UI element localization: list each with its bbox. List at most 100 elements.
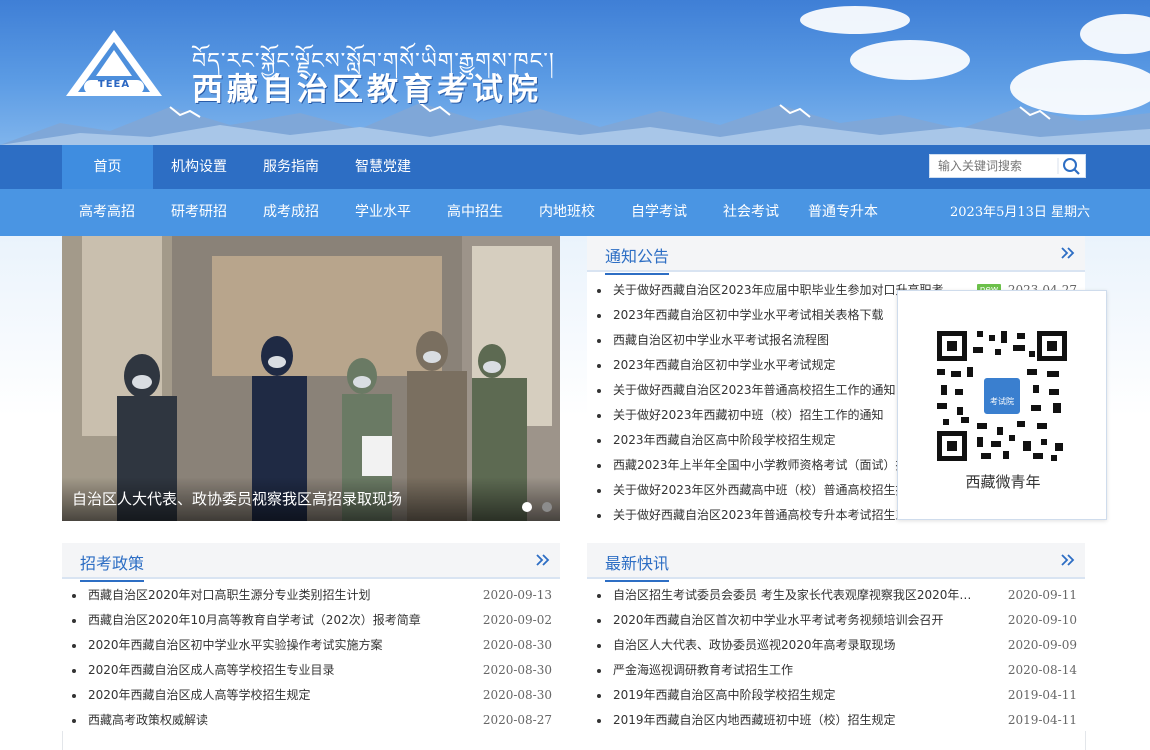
policy-panel-header: 招考政策 (62, 543, 560, 582)
qr-center-logo-text: 考试院 (990, 397, 1014, 406)
bullet (597, 644, 601, 648)
policy-panel-title[interactable]: 招考政策 (80, 550, 145, 582)
slider-dots (517, 497, 552, 512)
list-item: 2020年西藏自治区成人高等学校招生专业目录 2020-08-30 (62, 658, 560, 683)
list-item-title[interactable]: 2023年西藏自治区初中学业水平考试规定 (613, 353, 836, 378)
nav2-item-gaokao[interactable]: 高考高招 (79, 189, 135, 236)
bullet (597, 464, 601, 468)
list-item-date: 2020-09-02 (482, 613, 552, 627)
bullet (72, 594, 76, 598)
list-item-title[interactable]: 2020年西藏自治区初中学业水平实验操作考试实施方案 (88, 633, 383, 658)
slider-dot[interactable] (521, 502, 532, 512)
list-item: 自治区人大代表、政协委员巡视2020年高考录取现场 2020-09-09 (587, 633, 1085, 658)
divider (1085, 731, 1086, 750)
nav-item-party-building[interactable]: 智慧党建 (337, 145, 429, 189)
cloud (1080, 14, 1150, 54)
bullet (597, 314, 601, 318)
nav2-item-upgrade-exam[interactable]: 普通专升本 (808, 189, 878, 236)
news-panel: 最新快讯 自治区招生考试委员会委员 考生及家长代表观摩视察我区2020年高… 20… (587, 543, 1085, 733)
current-date: 2023年5月13日 星期六 (950, 205, 1091, 220)
list-item-title[interactable]: 2019年西藏自治区内地西藏班初中班（校）招生规定 (613, 708, 896, 733)
site-header: TEEA བོད་རང་སྐྱོང་ལྗོངས་སློབ་གསོ་ཡིག་རྒྱ… (0, 0, 1150, 145)
list-item-title[interactable]: 西藏自治区2020年10月高等教育自学考试（202次）报考简章 (88, 608, 421, 633)
slider-dot[interactable] (542, 502, 552, 512)
nav-item-organization[interactable]: 机构设置 (153, 145, 245, 189)
list-item: 2020年西藏自治区初中学业水平实验操作考试实施方案 2020-08-30 (62, 633, 560, 658)
bullet (597, 339, 601, 343)
bullet (597, 719, 601, 723)
search-input[interactable] (930, 155, 1058, 177)
bullet (597, 694, 601, 698)
list-item-title[interactable]: 2023年西藏自治区初中学业水平考试相关表格下载 (613, 303, 884, 328)
more-arrows-icon[interactable] (534, 551, 552, 569)
list-item-title[interactable]: 自治区人大代表、政协委员巡视2020年高考录取现场 (613, 633, 896, 658)
bullet (597, 439, 601, 443)
nav2-item-self-study-exam[interactable]: 自学考试 (631, 189, 687, 236)
cloud (850, 40, 970, 80)
bullet (597, 364, 601, 368)
list-item-title[interactable]: 西藏自治区初中学业水平考试报名流程图 (613, 328, 829, 353)
logo-text: TEEA (97, 79, 131, 90)
list-item-title[interactable]: 2019年西藏自治区高中阶段学校招生规定 (613, 683, 836, 708)
nav2-item-adult-exam[interactable]: 成考成招 (263, 189, 319, 236)
list-item: 西藏高考政策权威解读 2020-08-27 (62, 708, 560, 733)
bullet (597, 514, 601, 518)
list-item-date: 2020-08-30 (482, 663, 552, 677)
news-panel-header: 最新快讯 (587, 543, 1085, 582)
list-item-title[interactable]: 西藏2023年上半年全国中小学教师资格考试（面试）报 (613, 453, 908, 478)
list-item-title[interactable]: 关于做好西藏自治区2023年普通高校专升本考试招生工 (613, 503, 908, 528)
list-item-title[interactable]: 关于做好西藏自治区2023年普通高校招生工作的通知 (613, 378, 896, 403)
bullet (72, 669, 76, 673)
search-icon (1057, 158, 1080, 175)
list-item-title[interactable]: 关于做好2023年西藏初中班（校）招生工作的通知 (613, 403, 884, 428)
bullet (597, 389, 601, 393)
bullet (72, 719, 76, 723)
news-panel-title[interactable]: 最新快讯 (605, 550, 670, 582)
photo-slider[interactable]: 自治区人大代表、政协委员视察我区高招录取现场 (62, 236, 560, 521)
nav2-item-inland-classes[interactable]: 内地班校 (539, 189, 595, 236)
search-box (929, 154, 1086, 178)
nav-item-home[interactable]: 首页 (62, 145, 153, 189)
bullet (72, 694, 76, 698)
nav2-item-social-exam[interactable]: 社会考试 (723, 189, 779, 236)
notices-panel-title[interactable]: 通知公告 (605, 243, 670, 275)
nav2-item-academic-level[interactable]: 学业水平 (355, 189, 411, 236)
bullet (72, 644, 76, 648)
list-item-title[interactable]: 2020年西藏自治区成人高等学校招生专业目录 (88, 658, 335, 683)
bullet (597, 594, 601, 598)
list-item: 严金海巡视调研教育考试招生工作 2020-08-14 (587, 658, 1085, 683)
more-arrows-icon[interactable] (1059, 551, 1077, 569)
list-item-title[interactable]: 关于做好2023年区外西藏高中班（校）普通高校招生报 (613, 478, 908, 503)
list-item-date: 2020-08-14 (1007, 663, 1077, 677)
policy-panel: 招考政策 西藏自治区2020年对口高职生源分专业类别招生计划 2020-09-13… (62, 543, 560, 733)
list-item-title[interactable]: 2020年西藏自治区首次初中学业水平考试考务视频培训会召开 (613, 608, 944, 633)
list-item-title[interactable]: 严金海巡视调研教育考试招生工作 (613, 658, 793, 683)
list-item-date: 2020-08-27 (482, 713, 552, 727)
news-list: 自治区招生考试委员会委员 考生及家长代表观摩视察我区2020年高… 2020-09… (587, 583, 1085, 733)
list-item: 自治区招生考试委员会委员 考生及家长代表观摩视察我区2020年高… 2020-09… (587, 583, 1085, 608)
qr-code-popup: 考试院 西藏微青年 (897, 290, 1107, 520)
list-item-date: 2020-09-11 (1007, 588, 1077, 602)
slider-caption[interactable]: 自治区人大代表、政协委员视察我区高招录取现场 (72, 488, 402, 509)
search-button[interactable] (1057, 155, 1085, 177)
list-item: 2020年西藏自治区成人高等学校招生规定 2020-08-30 (62, 683, 560, 708)
nav2-item-graduate-exam[interactable]: 研考研招 (171, 189, 227, 236)
list-item-title[interactable]: 西藏自治区2020年对口高职生源分专业类别招生计划 (88, 583, 371, 608)
list-item-title[interactable]: 自治区招生考试委员会委员 考生及家长代表观摩视察我区2020年高… (613, 583, 983, 608)
bullet (597, 289, 601, 293)
list-item: 2020年西藏自治区首次初中学业水平考试考务视频培训会召开 2020-09-10 (587, 608, 1085, 633)
list-item-date: 2019-04-11 (1007, 713, 1077, 727)
list-item-title[interactable]: 2023年西藏自治区高中阶段学校招生规定 (613, 428, 836, 453)
bullet (597, 669, 601, 673)
list-item: 2019年西藏自治区内地西藏班初中班（校）招生规定 2019-04-11 (587, 708, 1085, 733)
list-item-title[interactable]: 西藏高考政策权威解读 (88, 708, 208, 733)
list-item-date: 2020-09-10 (1007, 613, 1077, 627)
nav2-item-high-school-admission[interactable]: 高中招生 (447, 189, 503, 236)
cloud (800, 6, 910, 34)
bullet (72, 619, 76, 623)
list-item: 西藏自治区2020年对口高职生源分专业类别招生计划 2020-09-13 (62, 583, 560, 608)
more-arrows-icon[interactable] (1059, 244, 1077, 262)
nav-item-service-guide[interactable]: 服务指南 (245, 145, 337, 189)
bullet (597, 414, 601, 418)
list-item-title[interactable]: 2020年西藏自治区成人高等学校招生规定 (88, 683, 311, 708)
